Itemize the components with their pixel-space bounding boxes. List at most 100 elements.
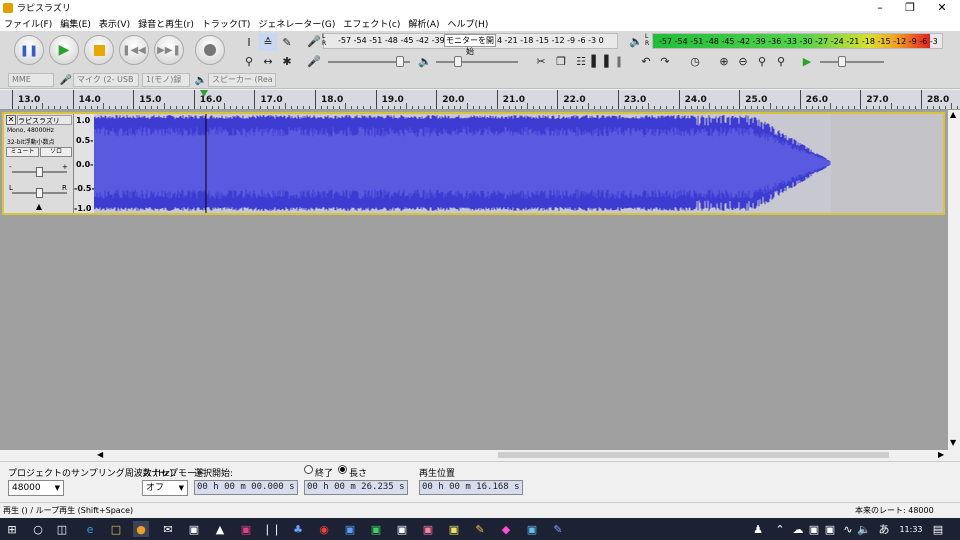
onedrive-icon[interactable]: ☁	[790, 521, 806, 537]
project-rate-select[interactable]: 48000 ▼	[8, 480, 64, 496]
tray-icon[interactable]: ▣	[822, 521, 838, 537]
paste-icon[interactable]: ☷	[572, 52, 590, 70]
menu-tracks[interactable]: トラック(T)	[198, 17, 255, 30]
play-at-speed-thumb[interactable]	[838, 56, 846, 67]
play-at-speed-icon[interactable]: ▶	[798, 52, 816, 70]
clock[interactable]: 11:33	[898, 521, 924, 537]
scroll-right-icon[interactable]: ▶	[938, 450, 944, 459]
record-meter-mic-icon[interactable]: 🎤	[305, 32, 323, 50]
app-icon[interactable]: ▣	[420, 521, 436, 537]
tray-icon[interactable]: ▣	[806, 521, 822, 537]
pan-slider-thumb[interactable]	[36, 188, 43, 198]
search-icon[interactable]: ○	[30, 521, 46, 537]
audio-track[interactable]: ✕ ラピスラズリ Mono, 48000Hz 32-bit浮動小数点 ミュート …	[2, 112, 945, 215]
playback-volume-slider[interactable]	[436, 61, 518, 63]
app-icon[interactable]: ♣	[290, 521, 306, 537]
pause-button[interactable]: ❚❚	[14, 35, 44, 65]
app-icon[interactable]: ▣	[394, 521, 410, 537]
copy-icon[interactable]: ❐	[552, 52, 570, 70]
record-button[interactable]	[195, 35, 225, 65]
scroll-down-icon[interactable]: ▼	[950, 438, 956, 447]
recording-volume-thumb[interactable]	[396, 56, 404, 67]
menu-help[interactable]: ヘルプ(H)	[444, 17, 493, 30]
undo-icon[interactable]: ↶	[637, 52, 655, 70]
recording-device-select[interactable]: マイク (2- USB	[73, 73, 139, 87]
maximize-button[interactable]: ❐	[894, 0, 926, 15]
mail-icon[interactable]: ✉	[160, 521, 176, 537]
sync-lock-icon[interactable]: ◷	[686, 52, 704, 70]
stop-button[interactable]	[84, 35, 114, 65]
solo-button[interactable]: ソロ	[40, 147, 72, 157]
menu-analyze[interactable]: 解析(A)	[404, 17, 443, 30]
fit-project-icon[interactable]: ⚲	[772, 52, 790, 70]
selection-length-time[interactable]: 00 h 00 m 26.235 s	[304, 480, 408, 495]
snap-mode-select[interactable]: オフ ▼	[142, 480, 188, 496]
notifications-icon[interactable]: ▤	[930, 521, 946, 537]
horizontal-scroll-thumb[interactable]	[498, 452, 889, 458]
recording-channels-select[interactable]: 1(モノ)録	[142, 73, 190, 87]
zoom-in-icon[interactable]: ⊕	[715, 52, 733, 70]
playback-device-select[interactable]: スピーカー (Rea	[208, 73, 276, 87]
minimize-button[interactable]: –	[864, 0, 896, 15]
zoom-tool-icon[interactable]: ⚲	[240, 52, 258, 70]
skip-to-end-button[interactable]: ▶▶❚	[154, 35, 184, 65]
audio-host-select[interactable]: MME	[8, 73, 54, 87]
timeshift-tool-icon[interactable]: ↔	[259, 52, 277, 70]
trim-icon[interactable]: ▌▐	[591, 52, 609, 70]
end-radio[interactable]	[304, 465, 313, 474]
app-icon[interactable]: ✎	[472, 521, 488, 537]
app-icon[interactable]: ▣	[342, 521, 358, 537]
app-icon[interactable]: ▣	[186, 521, 202, 537]
network-icon[interactable]: ∿	[840, 521, 856, 537]
play-at-speed-slider[interactable]	[820, 61, 884, 63]
playhead-marker-icon[interactable]	[199, 90, 208, 97]
play-meter[interactable]: -57 -54 -51 -48 -45 -42 -39 -36 -33 -30 …	[652, 33, 943, 49]
horizontal-scrollbar[interactable]: ◀ ▶	[95, 450, 948, 460]
playback-volume-thumb[interactable]	[454, 56, 462, 67]
multi-tool-icon[interactable]: ✱	[278, 52, 296, 70]
app-icon[interactable]: ▣	[524, 521, 540, 537]
track-close-button[interactable]: ✕	[6, 115, 16, 125]
menu-file[interactable]: ファイル(F)	[0, 17, 56, 30]
volume-icon[interactable]: 🔈	[856, 521, 872, 537]
collapse-track-icon[interactable]: ▲	[19, 203, 59, 211]
play-button[interactable]: ▶	[49, 35, 79, 65]
ime-indicator[interactable]: あ	[876, 521, 892, 537]
skip-to-start-button[interactable]: ❚◀◀	[119, 35, 149, 65]
tray-chevron-icon[interactable]: ⌃	[772, 521, 788, 537]
mute-button[interactable]: ミュート	[6, 147, 39, 157]
app-icon[interactable]: ✎	[550, 521, 566, 537]
selection-tool-icon[interactable]: I	[240, 33, 258, 51]
play-meter-speaker-icon[interactable]: 🔈	[627, 32, 645, 50]
task-view-icon[interactable]: ◫	[54, 521, 70, 537]
menu-generate[interactable]: ジェネレーター(G)	[254, 17, 339, 30]
app-icon[interactable]: ❘❘	[263, 521, 281, 537]
zoom-out-icon[interactable]: ⊖	[734, 52, 752, 70]
menu-transport[interactable]: 録音と再生(r)	[134, 17, 198, 30]
fit-selection-icon[interactable]: ⚲	[753, 52, 771, 70]
scroll-left-icon[interactable]: ◀	[97, 450, 103, 459]
gain-slider-thumb[interactable]	[36, 167, 43, 177]
selection-start-time[interactable]: 00 h 00 m 00.000 s	[194, 480, 298, 495]
pycharm-icon[interactable]: ▣	[368, 521, 384, 537]
envelope-tool-icon[interactable]: ≙	[259, 33, 277, 51]
chrome-icon[interactable]: ◉	[316, 521, 332, 537]
menu-edit[interactable]: 編集(E)	[56, 17, 95, 30]
redo-icon[interactable]: ↷	[656, 52, 674, 70]
windows-start-icon[interactable]: ⊞	[4, 521, 20, 537]
waveform-area[interactable]	[94, 114, 831, 213]
draw-tool-icon[interactable]: ✎	[278, 33, 296, 51]
app-icon[interactable]: ▣	[446, 521, 462, 537]
start-monitoring-label[interactable]: モニターを開始	[444, 34, 496, 56]
close-button[interactable]: ✕	[926, 0, 958, 15]
people-icon[interactable]: ♟	[750, 521, 766, 537]
app-icon[interactable]: ◆	[498, 521, 514, 537]
scroll-up-icon[interactable]: ▲	[950, 110, 956, 119]
edge-icon[interactable]: e	[82, 521, 98, 537]
menu-effect[interactable]: エフェクト(c)	[339, 17, 404, 30]
app-icon[interactable]: ▣	[238, 521, 254, 537]
track-name-menu[interactable]: ラピスラズリ	[17, 115, 72, 125]
menu-view[interactable]: 表示(V)	[95, 17, 134, 30]
app-icon[interactable]: ▲	[212, 521, 228, 537]
vertical-scrollbar[interactable]: ▲ ▼	[948, 110, 960, 450]
